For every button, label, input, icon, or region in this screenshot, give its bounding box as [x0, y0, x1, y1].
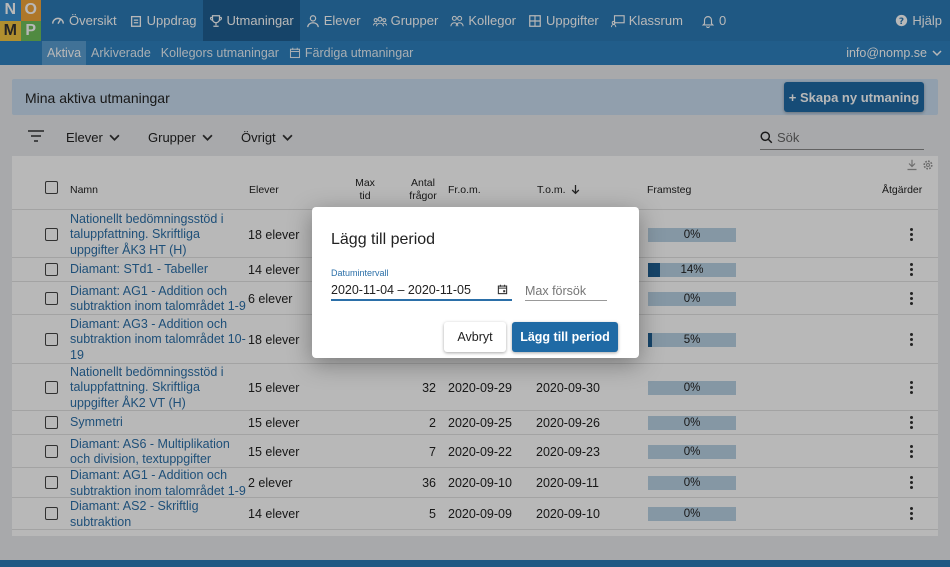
add-period-button[interactable]: Lägg till period — [512, 322, 618, 352]
date-range-value: 2020-11-04 – 2020-11-05 — [331, 283, 471, 297]
max-attempts-placeholder: Max försök — [525, 283, 587, 298]
date-range-label: Datumintervall — [331, 268, 389, 278]
dialog-title: Lägg till period — [331, 231, 436, 248]
date-range-input[interactable]: 2020-11-04 – 2020-11-05 — [331, 281, 512, 301]
max-attempts-input[interactable]: Max försök — [525, 281, 607, 301]
cancel-button[interactable]: Avbryt — [444, 322, 506, 352]
calendar-icon[interactable] — [497, 284, 508, 295]
add-period-dialog: Lägg till period Datumintervall 2020-11-… — [312, 207, 639, 358]
